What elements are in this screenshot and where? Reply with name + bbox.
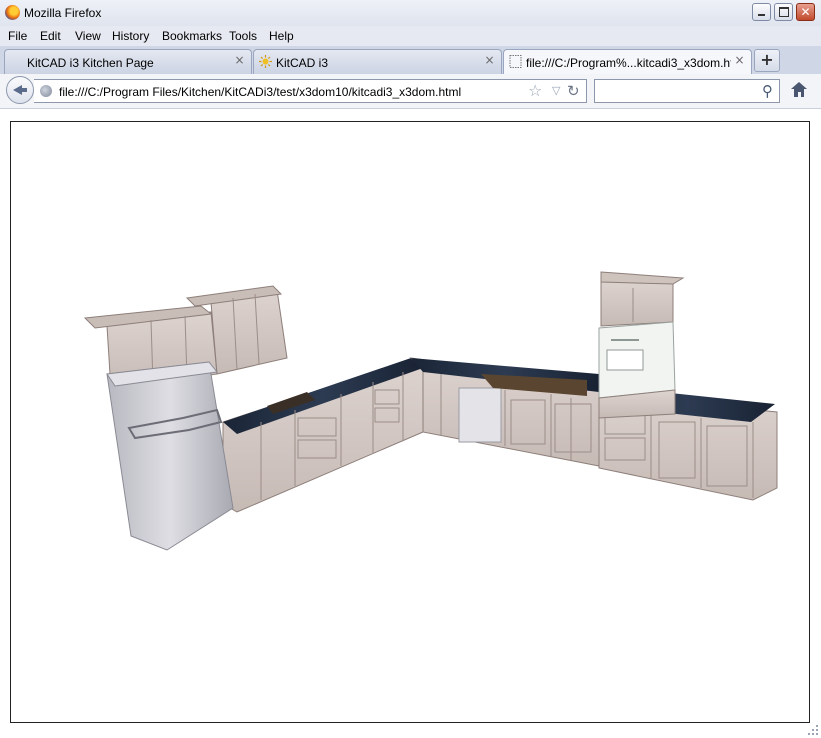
menu-edit[interactable]: Edit: [40, 29, 61, 43]
tab-label: KitCAD i3 Kitchen Page: [27, 56, 154, 70]
home-icon: [791, 82, 807, 89]
resize-grip-icon[interactable]: [807, 724, 819, 736]
url-text[interactable]: file:///C:/Program Files/Kitchen/KitCADi…: [59, 85, 461, 99]
tab-label: file:///C:/Program%...kitcadi3_x3dom.htm…: [526, 56, 731, 70]
back-button[interactable]: [6, 76, 34, 104]
oven-tall-unit: [598, 271, 685, 419]
menu-file[interactable]: File: [8, 29, 27, 43]
close-button[interactable]: ✕: [796, 3, 815, 21]
kitchen-3d-scene: [83, 271, 778, 551]
url-bar[interactable]: file:///C:/Program Files/Kitchen/KitCADi…: [34, 79, 587, 103]
tab-x3dom-file[interactable]: file:///C:/Program%...kitcadi3_x3dom.htm…: [503, 49, 752, 75]
tab-close-icon[interactable]: ×: [234, 54, 245, 66]
tab-strip: KitCAD i3 Kitchen Page × KitCAD i3 × fil…: [0, 46, 821, 75]
maximize-icon: [779, 7, 789, 17]
blank-page-favicon-icon: [509, 55, 522, 68]
url-history-dropdown-icon[interactable]: ▽: [552, 84, 560, 97]
tab-close-icon[interactable]: ×: [484, 54, 495, 66]
dishwasher: [458, 387, 502, 443]
fridge: [106, 361, 234, 551]
close-icon: ✕: [800, 5, 811, 19]
back-base-cabinets: [409, 357, 600, 467]
tab-label: KitCAD i3: [276, 56, 329, 70]
site-identity-icon[interactable]: [40, 85, 52, 97]
reload-icon[interactable]: ↻: [567, 82, 580, 100]
x3d-kitchen-viewport[interactable]: [10, 121, 810, 723]
search-input[interactable]: ⚲: [594, 79, 780, 103]
new-tab-button[interactable]: +: [754, 49, 780, 72]
back-arrow-shaft: [20, 88, 27, 92]
menu-bookmarks[interactable]: Bookmarks: [162, 29, 222, 43]
search-icon[interactable]: ⚲: [762, 82, 773, 100]
menu-view[interactable]: View: [75, 29, 101, 43]
bookmark-star-icon[interactable]: ☆: [528, 81, 542, 100]
minimize-icon: [758, 14, 765, 16]
menu-help[interactable]: Help: [269, 29, 294, 43]
left-base-cabinets: [222, 358, 424, 513]
window-titlebar: Mozilla Firefox ✕: [0, 0, 821, 27]
tab-kitcad-i3[interactable]: KitCAD i3 ×: [253, 49, 502, 74]
window-title: Mozilla Firefox: [24, 6, 102, 20]
navigation-bar: file:///C:/Program Files/Kitchen/KitCADi…: [0, 74, 821, 109]
firefox-logo-icon: [5, 5, 20, 20]
menu-history[interactable]: History: [112, 29, 149, 43]
minimize-button[interactable]: [752, 3, 771, 21]
home-icon-door: [798, 92, 801, 97]
maximize-button[interactable]: [774, 3, 793, 21]
page-content: [0, 109, 821, 738]
tab-kitcad-kitchen-page[interactable]: KitCAD i3 Kitchen Page ×: [4, 49, 252, 74]
menu-tools[interactable]: Tools: [229, 29, 257, 43]
home-button[interactable]: [790, 82, 810, 100]
menu-bar: File Edit View History Bookmarks Tools H…: [0, 26, 821, 46]
tab-close-icon[interactable]: ×: [734, 54, 745, 66]
sun-favicon-icon: [259, 55, 272, 68]
